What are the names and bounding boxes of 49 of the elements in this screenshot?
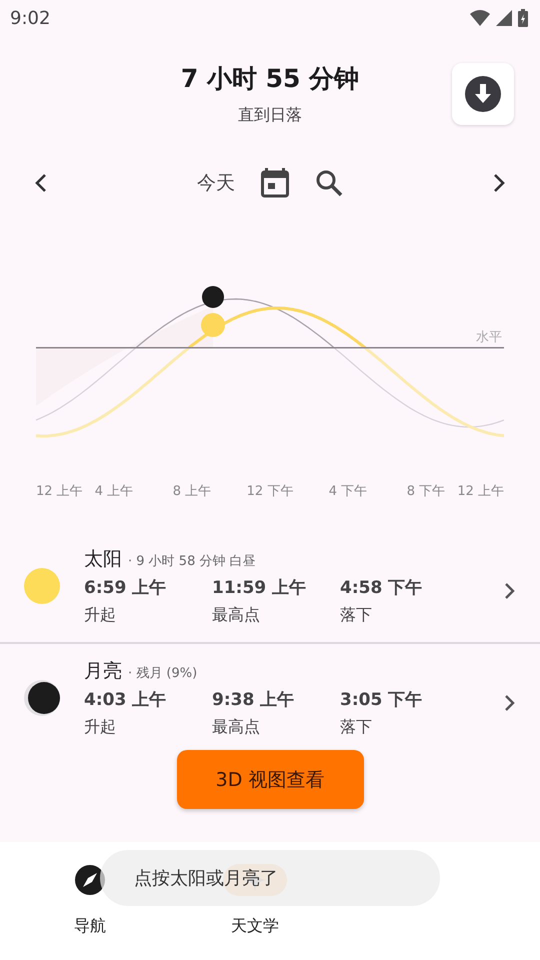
search-icon[interactable] [315,169,343,197]
countdown-subtitle: 直到日落 [238,105,302,126]
nav-label: 天文学 [231,916,279,937]
sun-marker[interactable] [201,313,225,337]
status-time: 9:02 [10,8,50,28]
celestial-row[interactable]: 太阳 · 9 小时 58 分钟 白昼 6:59 上午 升起 11:59 上午 最高点 4:58 下午 落下 [0,546,540,636]
event-time: 11:59 上午 [212,577,308,599]
body-name: 太阳 [84,547,122,572]
event-label: 落下 [340,605,373,626]
event-time: 9:38 上午 [212,689,296,711]
time-axis-label: 8 上午 [172,484,212,499]
event-label: 最高点 [212,717,261,738]
nav-label: 导航 [74,916,106,937]
wifi-icon [470,10,490,26]
hint-toast: 点按太阳或月亮了 [100,850,440,906]
event-time: 3:05 下午 [340,689,424,711]
event-label: 落下 [340,717,373,738]
chevron-right-icon [504,694,516,712]
time-axis-label: 4 下午 [328,484,368,499]
event-label: 升起 [84,605,117,626]
event-label: 最高点 [212,605,261,626]
celestial-row[interactable]: 月亮 · 残月 (9%) 4:03 上午 升起 9:38 上午 最高点 3:05 下午 落下 [0,658,540,742]
body-detail: · 9 小时 58 分钟 白昼 [128,553,256,570]
chevron-right-icon [504,582,516,600]
3d-view-button[interactable]: 3D 视图查看 [176,750,364,809]
event-time: 6:59 上午 [84,577,168,599]
moon-icon [24,680,60,716]
time-axis-label: 4 上午 [94,484,134,499]
countdown-title: 7 小时 55 分钟 [180,63,360,95]
previous-day-icon[interactable] [34,173,48,193]
download-button[interactable] [452,63,514,125]
calendar-icon[interactable] [261,168,289,198]
time-axis-label: 12 下午 [246,484,294,499]
body-name: 月亮 [84,659,122,684]
moon-marker[interactable] [202,286,224,308]
signal-icon [496,10,512,26]
date-label[interactable]: 今天 [197,170,235,196]
battery-icon [518,9,528,27]
time-axis-label: 8 下午 [406,484,446,499]
time-axis-label: 12 上午 [457,484,504,499]
event-label: 升起 [84,717,117,738]
sun-icon [24,568,60,604]
download-icon [464,75,502,113]
horizon-label: 水平 [476,330,502,345]
time-axis-label: 12 上午 [36,484,83,499]
event-time: 4:03 上午 [84,689,168,711]
next-day-icon[interactable] [492,173,506,193]
event-time: 4:58 下午 [340,577,424,599]
body-detail: · 残月 (9%) [128,665,198,682]
